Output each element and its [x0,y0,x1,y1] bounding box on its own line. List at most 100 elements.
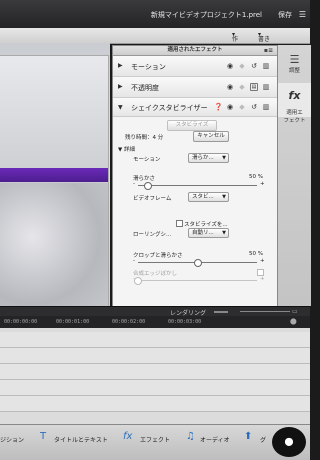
crop-plus: + [260,258,265,264]
watermark-logo: ⬤ [272,427,306,457]
preview-clouds [0,183,108,318]
smoothness-slider-track[interactable] [138,185,257,186]
chevron-down-icon: ▼ [222,194,226,200]
eye-icon[interactable]: ◉ [226,83,234,91]
motion-label: モーション [133,157,161,163]
composite-edge-label: 合成エッジぼかし [133,271,178,277]
expand-triangle-icon[interactable]: ▶ [118,83,123,90]
eye-icon[interactable]: ◉ [226,62,234,70]
effect-name: 不透明度 [131,84,159,92]
preview-monitor[interactable] [0,43,110,318]
drop-icon[interactable]: ◆ [238,103,246,111]
eye-icon[interactable]: ◉ [226,103,234,111]
applied-effects-panel: 適用されたエフェクト ▪≡ ▶ モーション ◉ ◆ ↺ ▥ ▶ 不透明度 ◉ ◆… [112,45,278,308]
stabilizer-settings: スタビライズ 残り時間：4 分 キャンセル ▼ 詳細 モーション 滑らか... ▼… [113,117,277,307]
save-button[interactable]: 保存 [278,10,292,20]
title-bar: 新規マイビデオプロジェクト1.prel 保存 ☰ [0,0,310,28]
panel-options-icon[interactable]: ▪≡ [264,46,273,55]
transition-button[interactable]: ジション [0,435,24,444]
smoothness-minus: - [133,181,135,187]
crop-slider-knob[interactable] [193,259,202,267]
effect-row-motion[interactable]: ▶ モーション ◉ ◆ ↺ ▥ [113,56,277,77]
crop-value: 50 % [249,251,263,257]
title-text-icon: T [40,431,47,442]
effect-row-shake-stabilizer[interactable]: ▼ シェイクスタビライザー ❓ ◉ ◆ ↺ ▥ [113,98,277,117]
effect-name: シェイクスタビライザー [131,104,208,112]
ruler-tick-icon: ⬤ [290,318,297,325]
chevron-down-icon: ▼ [222,155,226,161]
drop-icon[interactable]: ◆ [238,62,246,70]
smoothness-label: 滑らかさ [133,176,156,182]
title-text-button[interactable]: タイトルとテキスト [54,435,108,444]
track[interactable] [0,332,310,348]
trash-icon[interactable]: ▥ [262,62,270,70]
video-frame-label: ビデオフレーム [133,196,172,202]
expand-triangle-icon[interactable]: ▶ [118,62,123,69]
effects-button[interactable]: エフェクト [140,435,170,444]
motion-select[interactable]: 滑らか... ▼ [188,153,229,163]
track[interactable] [0,364,310,380]
preview-frame [0,55,109,318]
help-icon[interactable]: ❓ [214,103,223,111]
chevron-down-icon: ▼ [222,230,226,236]
preview-title-strip [0,168,108,182]
create-menu[interactable]: 作成 ▾ [232,31,238,52]
timeline-tracks[interactable] [0,328,310,424]
project-title: 新規マイビデオプロジェクト1.prel [150,11,262,19]
effect-name: モーション [131,63,166,71]
bottom-action-bar: ジション T タイトルとテキスト fx エフェクト ♫ オーディオ ⬆ グ ⬤ [0,424,310,460]
trash-icon[interactable]: ▥ [262,103,270,111]
track[interactable] [0,396,310,412]
audio-button[interactable]: オーディオ [200,435,230,444]
stabilize-button[interactable]: スタビライズ [167,120,217,131]
timecode: 00:00:01:00 [56,319,90,325]
rolling-shutter-select[interactable]: 自動リ... ▼ [188,228,229,238]
zoom-slider[interactable] [240,311,290,312]
reset-icon[interactable]: ↺ [250,103,258,111]
applied-effects-tab[interactable]: fx 適用エ フェクト [278,83,311,124]
export-menu[interactable]: 書き出し・配信 ▾ [258,31,270,70]
fx-icon: fx [288,89,301,102]
stabilize-checkbox[interactable] [176,220,183,227]
track[interactable] [0,348,310,364]
reset-icon[interactable]: ↺ [250,62,258,70]
menu-icon[interactable]: ☰ [299,10,306,19]
video-frame-select-value: スタビ... [192,194,214,200]
composite-edge-checkbox[interactable] [257,269,264,276]
rolling-shutter-select-value: 自動リ... [192,230,214,236]
right-sidebar: ☰ 調整 fx 適用エ フェクト [277,45,311,306]
detail-toggle[interactable]: ▼ 詳細 [118,145,135,153]
timecode: 00:00:00:00 [4,319,38,325]
zoom-out-icon[interactable] [214,311,228,313]
composite-slider-track[interactable] [138,280,257,281]
music-note-icon: ♫ [186,431,195,442]
fx-icon: fx [123,431,133,442]
detail-label: 詳細 [123,147,135,153]
graphics-icon: ⬆ [244,431,253,442]
smoothness-slider-knob[interactable] [143,182,152,190]
track[interactable] [0,380,310,396]
motion-select-value: 滑らか... [192,155,214,161]
drop-icon[interactable]: ◆ [238,83,246,91]
collapse-triangle-icon[interactable]: ▼ [118,104,123,111]
effect-row-opacity[interactable]: ▶ 不透明度 ◉ ◆ ▤ ▥ [113,77,277,98]
timecode: 00:00:03:00 [168,319,202,325]
cancel-button[interactable]: キャンセル [193,131,229,142]
trash-icon[interactable]: ▥ [262,83,270,91]
keyframe-box-icon[interactable]: ▤ [250,83,258,91]
menu-bar: 作成 ▾ 書き出し・配信 ▾ [0,28,310,70]
adjust-tab[interactable]: ☰ 調整 [278,53,311,81]
smoothness-plus: + [260,181,265,187]
timecode: 00:00:02:00 [112,319,146,325]
adjust-label: 調整 [288,68,300,74]
composite-slider-knob[interactable] [134,277,142,285]
remaining-time: 残り時間：4 分 [125,135,164,141]
panel-header: 適用されたエフェクト ▪≡ [113,46,277,56]
panel-title: 適用されたエフェクト [167,47,223,53]
crop-label: クロップと滑らかさ [133,253,183,259]
smoothness-value: 50 % [249,174,263,180]
rolling-shutter-label: ローリングシ... [133,232,172,238]
zoom-in-icon[interactable]: ▭ [292,308,298,315]
video-frame-select[interactable]: スタビ... ▼ [188,192,229,202]
graphics-button[interactable]: グ [260,435,266,444]
